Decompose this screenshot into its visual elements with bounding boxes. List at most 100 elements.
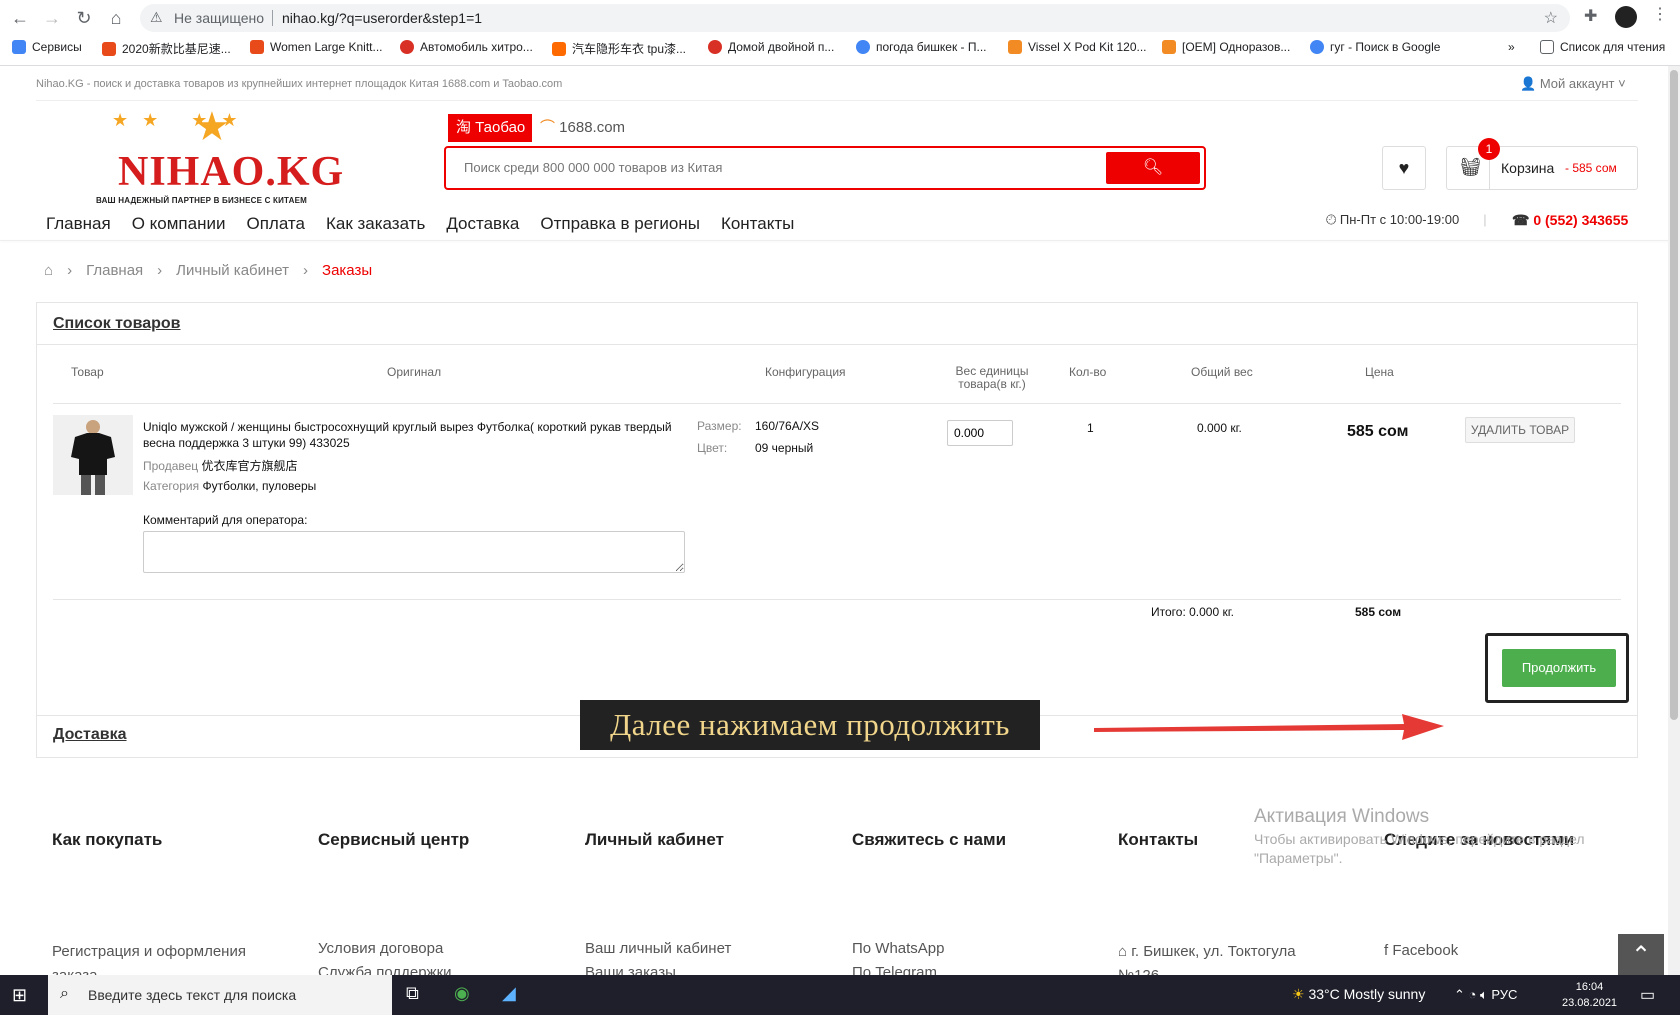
col-header-product: Товар: [71, 365, 104, 379]
quantity-value: 1: [1087, 421, 1094, 435]
favicon-icon: [400, 40, 414, 54]
account-menu[interactable]: 👤 Мой аккаунт ˅: [1520, 76, 1626, 92]
user-icon: 👤: [1520, 76, 1540, 91]
taobao-icon: 淘: [456, 119, 476, 136]
chrome-icon[interactable]: ◉: [454, 983, 470, 1004]
chevron-up-icon: ⌃: [1630, 942, 1652, 969]
footer-link-whatsapp[interactable]: По WhatsApp: [852, 940, 945, 957]
order-panel: Список товаров Товар Оригинал Конфигурац…: [36, 302, 1638, 716]
favicon-icon: [1008, 40, 1022, 54]
windows-taskbar: ⊞ ⌕ Введите здесь текст для поиска ⧉ ◉ ◢…: [0, 975, 1680, 1015]
system-tray[interactable]: ⌃ ◔ 🔈︎ РУС: [1454, 987, 1517, 1003]
footer-link-registration[interactable]: Регистрация и оформления заказа: [52, 940, 272, 975]
url-text[interactable]: nihao.kg/?q=userorder&step1=1: [282, 10, 482, 26]
more-bookmarks[interactable]: »: [1508, 40, 1515, 54]
search-icon: 🔍︎: [1142, 159, 1164, 176]
size-label: Размер:: [697, 419, 742, 433]
profile-avatar[interactable]: [1615, 6, 1637, 28]
footer-address: ⌂ г. Бишкек, ул. Токтогула №126: [1118, 943, 1296, 975]
phone-number[interactable]: ☎ 0 (552) 343655: [1512, 212, 1628, 229]
search-input[interactable]: [464, 160, 1084, 175]
tab-taobao[interactable]: 淘 Таобао: [448, 114, 532, 142]
price-value: 585 сом: [1347, 423, 1409, 440]
back-icon[interactable]: ←: [8, 6, 32, 30]
favicon-icon: [102, 41, 116, 56]
menu-icon[interactable]: ⋮: [1652, 4, 1668, 24]
app-icon[interactable]: ◢: [502, 983, 516, 1004]
favicon-icon: [1162, 40, 1176, 54]
site-logo[interactable]: ★★ ★★ ★ NIHAO.KG ВАШ НАДЕЖНЫЙ ПАРТНЕР В …: [90, 105, 350, 206]
nav-contacts[interactable]: Контакты: [721, 214, 794, 234]
sun-icon: ☀: [1292, 986, 1309, 1002]
extensions-icon[interactable]: ✚: [1584, 6, 1597, 26]
footer-link-telegram[interactable]: По Telegram: [852, 964, 937, 975]
breadcrumb-current: Заказы: [322, 262, 373, 279]
footer-link-contract[interactable]: Условия договора: [318, 940, 443, 957]
bookmark-star-icon[interactable]: ☆: [1544, 8, 1558, 28]
nav-about[interactable]: О компании: [132, 214, 226, 234]
cart-button[interactable]: 🧺︎ Корзина - 585 сом: [1446, 146, 1638, 190]
bookmark-item[interactable]: Автомобиль хитро...: [400, 40, 533, 54]
product-name[interactable]: Uniqlo мужской / женщины быстросохнущий …: [143, 419, 673, 451]
nav-payment[interactable]: Оплата: [246, 214, 304, 234]
footer-heading-how-to-buy: Как покупать: [52, 830, 163, 849]
breadcrumb-cabinet[interactable]: Личный кабинет: [176, 262, 289, 279]
color-label: Цвет:: [697, 441, 728, 455]
reload-icon[interactable]: ↻: [72, 6, 96, 30]
logo-star-icon: ★: [194, 105, 230, 149]
bookmark-item[interactable]: погода бишкек - П...: [856, 40, 987, 54]
scrollbar-thumb[interactable]: [1670, 70, 1678, 720]
bookmark-item[interactable]: 2020新款比基尼速...: [102, 40, 231, 57]
unit-weight-input[interactable]: [947, 420, 1013, 446]
bookmark-item[interactable]: Сервисы: [12, 40, 82, 54]
divider: [36, 100, 1638, 101]
keyboard-language: РУС: [1491, 987, 1518, 1002]
reading-list-icon: [1540, 40, 1554, 54]
comment-textarea[interactable]: [143, 531, 685, 573]
footer-link-facebook[interactable]: f Facebook: [1384, 942, 1458, 959]
bookmark-item[interactable]: Домой двойной п...: [708, 40, 834, 54]
forward-icon[interactable]: →: [40, 6, 64, 30]
search-button[interactable]: 🔍︎: [1106, 152, 1200, 184]
taskbar-search[interactable]: ⌕ Введите здесь текст для поиска: [48, 975, 392, 1015]
breadcrumb-home[interactable]: Главная: [86, 262, 143, 279]
bookmark-item[interactable]: [OEM] Одноразов...: [1162, 40, 1290, 54]
product-image[interactable]: [53, 415, 133, 495]
bookmark-item[interactable]: Vissel X Pod Kit 120...: [1008, 40, 1147, 54]
footer-link-cabinet[interactable]: Ваш личный кабинет: [585, 940, 731, 957]
bookmark-item[interactable]: Women Large Knitt...: [250, 40, 383, 54]
google-icon: [1310, 40, 1324, 54]
tab-1688[interactable]: ⌒ 1688.com: [540, 114, 625, 142]
footer-heading-contact-us: Свяжитесь с нами: [852, 830, 1007, 849]
panel-title[interactable]: Список товаров: [53, 315, 180, 333]
task-view-icon[interactable]: ⧉: [406, 983, 419, 1004]
main-nav: Главная О компании Оплата Как заказать Д…: [46, 214, 794, 234]
reading-list[interactable]: Список для чтения: [1540, 40, 1665, 54]
address-bar[interactable]: ⚠ Не защищено nihao.kg/?q=userorder&step…: [140, 4, 1570, 32]
footer-link-orders[interactable]: Ваши заказы: [585, 964, 676, 975]
nav-delivery[interactable]: Доставка: [446, 214, 519, 234]
breadcrumb: ⌂ › Главная › Личный кабинет › Заказы: [44, 262, 372, 279]
footer-link-support[interactable]: Служба поддержки: [318, 964, 452, 975]
bookmark-item[interactable]: гуг - Поиск в Google: [1310, 40, 1440, 54]
scroll-to-top-button[interactable]: ⌃: [1618, 934, 1664, 975]
col-header-config: Конфигурация: [765, 365, 846, 379]
home-icon[interactable]: ⌂: [104, 6, 128, 30]
home-icon[interactable]: ⌂: [44, 262, 53, 279]
taskbar-clock[interactable]: 16:04 23.08.2021: [1562, 979, 1617, 1011]
nav-regions[interactable]: Отправка в регионы: [540, 214, 700, 234]
weather-widget[interactable]: ☀ 33°C Mostly sunny: [1292, 986, 1425, 1003]
chevron-up-icon: ⌃: [1454, 987, 1469, 1002]
windows-start-icon[interactable]: ⊞: [12, 985, 27, 1006]
bookmark-item[interactable]: 汽车隐形车衣 tpu漆...: [552, 40, 686, 57]
total-weight-summary: Итого: 0.000 кг.: [1151, 605, 1234, 619]
divider: [53, 599, 1621, 600]
wishlist-button[interactable]: ♥: [1382, 146, 1426, 190]
delete-item-button[interactable]: УДАЛИТЬ ТОВАР: [1465, 417, 1575, 443]
nav-how-to-order[interactable]: Как заказать: [326, 214, 425, 234]
delivery-title[interactable]: Доставка: [53, 726, 127, 744]
col-header-total-weight: Общий вес: [1191, 365, 1253, 379]
notification-icon[interactable]: ▭: [1640, 985, 1655, 1005]
nav-home[interactable]: Главная: [46, 214, 111, 234]
continue-button[interactable]: Продолжить: [1502, 649, 1616, 687]
